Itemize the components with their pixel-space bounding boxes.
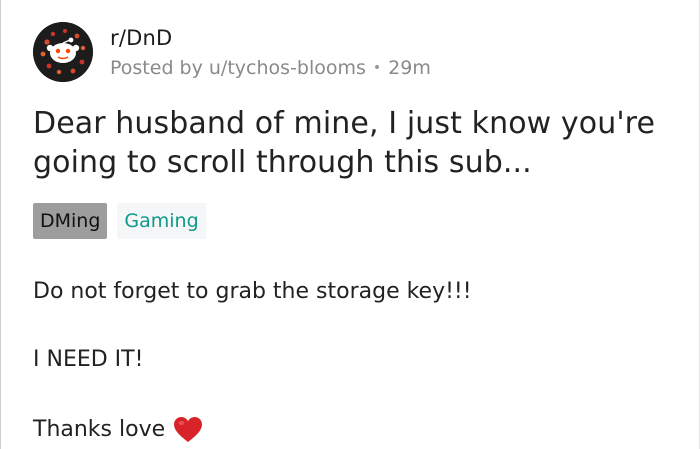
post-card[interactable]: r/DnD Posted by u/tychos-blooms • 29m De…	[0, 0, 700, 449]
post-byline: Posted by u/tychos-blooms • 29m	[110, 56, 431, 80]
subreddit-avatar-icon[interactable]	[33, 22, 93, 82]
post-body-line: Do not forget to grab the storage key!!!	[33, 279, 472, 304]
post-header: r/DnD Posted by u/tychos-blooms • 29m	[33, 22, 431, 82]
post-title[interactable]: Dear husband of mine, I just know you're…	[33, 104, 683, 182]
subreddit-link[interactable]: r/DnD	[110, 25, 431, 51]
meta-separator: •	[372, 59, 382, 76]
flair-list: DMing Gaming	[33, 203, 206, 239]
post-body-signoff: Thanks love	[33, 416, 203, 444]
flair-gaming[interactable]: Gaming	[117, 203, 206, 239]
posted-by-author-link[interactable]: Posted by u/tychos-blooms	[110, 56, 366, 80]
red-heart-emoji-icon	[173, 416, 203, 444]
post-age: 29m	[388, 56, 431, 79]
post-meta: r/DnD Posted by u/tychos-blooms • 29m	[110, 25, 431, 80]
flair-dming[interactable]: DMing	[33, 203, 108, 239]
post-body-line: I NEED IT!	[33, 347, 144, 372]
post-body-line: Thanks love	[33, 417, 166, 442]
